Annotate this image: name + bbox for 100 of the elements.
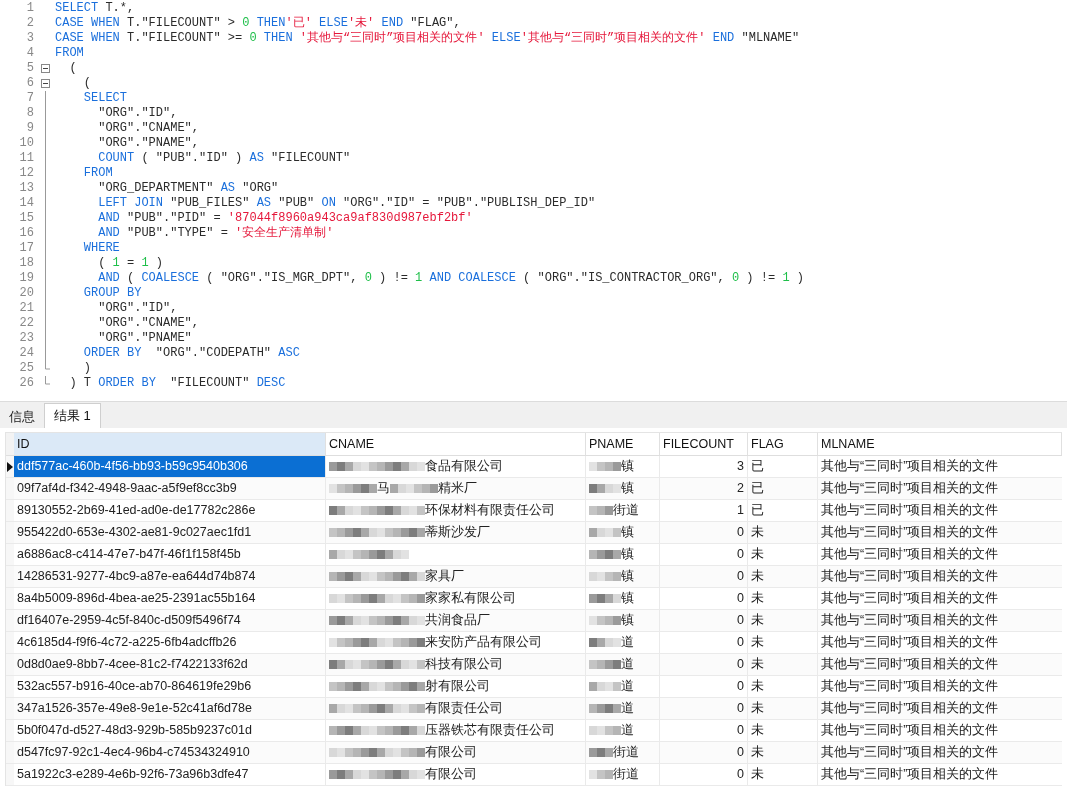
company-name-fragment: 家具厂	[425, 568, 464, 586]
code-line: "ORG"."CNAME",	[97, 121, 200, 136]
table-cell: 532ac557-b916-40ce-ab70-864619fe29b6	[14, 676, 326, 697]
row-header[interactable]	[6, 456, 14, 477]
table-cell-text: 其他与“三同时”项目相关的文件	[820, 700, 1000, 718]
company-name-fragment: 来安防产品有限公司	[425, 634, 542, 652]
collapse-icon[interactable]	[41, 79, 50, 88]
result-row[interactable]: 4c6185d4-f9f6-4c72-a225-6fb4adcffb26 来安防产品有限公司 道 0 未 其他与“三同时”项目相关的文件	[6, 632, 1062, 654]
pixelated-mask	[589, 481, 621, 496]
table-cell-text: 其他与“三同时”项目相关的文件	[820, 480, 1000, 498]
corner-header	[6, 433, 14, 455]
line-number: 20	[18, 286, 35, 301]
table-cell: 1	[660, 500, 748, 521]
code-line: SELECT	[82, 91, 127, 106]
result-tab[interactable]: 结果 1	[44, 403, 101, 428]
table-cell: 0	[660, 742, 748, 763]
code-line: SELECT T.*,	[55, 1, 135, 16]
district-name-fragment: 街道	[613, 744, 639, 762]
pixelated-mask	[589, 767, 613, 782]
company-name-fragment: 食品有限公司	[425, 458, 503, 476]
result-row[interactable]: ddf577ac-460b-4f56-bb93-b59c9540b306 食品有限公司 镇 3 已 其他与“三同时”项目相关的文件	[6, 456, 1062, 478]
result-tab[interactable]: 信息	[2, 406, 42, 428]
result-row[interactable]: df16407e-2959-4c5f-840c-d509f5496f74 共润食品厂 镇 0 未 其他与“三同时”项目相关的文件	[6, 610, 1062, 632]
code-line: CASE WHEN T."FILECOUNT" > 0 THEN'已' ELSE'未' END "FLAG",	[55, 16, 461, 31]
result-row[interactable]: 0d8d0ae9-8bb7-4cee-81c2-f7422133f62d 科技有限公司 道 0 未 其他与“三同时”项目相关的文件	[6, 654, 1062, 676]
result-row[interactable]: 532ac557-b916-40ce-ab70-864619fe29b6 射有限公司 道 0 未 其他与“三同时”项目相关的文件	[6, 676, 1062, 698]
pixelated-mask	[589, 525, 621, 540]
result-row[interactable]: 5b0f047d-d527-48d3-929b-585b9237c01d 压器铁芯有限责任公司 道 0 未 其他与“三同时”项目相关的文件	[6, 720, 1062, 742]
column-header[interactable]: CNAME	[326, 433, 586, 455]
pixelated-mask	[589, 547, 621, 562]
line-number: 14	[18, 196, 35, 211]
table-cell-text: 其他与“三同时”项目相关的文件	[820, 634, 1000, 652]
district-name-fragment: 镇	[621, 546, 634, 564]
company-name-fragment: 环保材料有限责任公司	[425, 502, 555, 520]
table-cell: 未	[748, 654, 818, 675]
table-cell: d547fc97-92c1-4ec4-96b4-c74534324910	[14, 742, 326, 763]
table-cell: 0	[660, 720, 748, 741]
company-name-fragment: 家家私有限公司	[425, 590, 516, 608]
result-row[interactable]: 8a4b5009-896d-4bea-ae25-2391ac55b164 家家私有限公司 镇 0 未 其他与“三同时”项目相关的文件	[6, 588, 1062, 610]
result-row[interactable]: a6886ac8-c414-47e7-b47f-46f1f158f45b 镇 0 未 其他与“三同时”项目相关的文件	[6, 544, 1062, 566]
line-number: 9	[25, 121, 35, 136]
line-number: 8	[25, 106, 35, 121]
code-line: "ORG"."CNAME",	[97, 316, 200, 331]
table-cell-text: 其他与“三同时”项目相关的文件	[820, 656, 1000, 674]
company-name-fragment: 有限责任公司	[425, 700, 503, 718]
district-name-fragment: 镇	[621, 480, 634, 498]
table-cell: 0	[660, 610, 748, 631]
result-row[interactable]: 09f7af4d-f342-4948-9aac-a5f9ef8cc3b9 马 精米厂 镇 2 已 其他与“三同时”项目相关的文件	[6, 478, 1062, 500]
line-number: 15	[18, 211, 35, 226]
table-cell: 2	[660, 478, 748, 499]
company-name-fragment: 共润食品厂	[425, 612, 490, 630]
district-name-fragment: 镇	[621, 590, 634, 608]
code-line: )	[82, 361, 91, 376]
line-number: 6	[25, 76, 35, 91]
pixelated-mask	[589, 613, 621, 628]
collapse-icon[interactable]	[41, 64, 50, 73]
line-number: 5	[25, 61, 35, 76]
table-cell: a6886ac8-c414-47e7-b47f-46f1f158f45b	[14, 544, 326, 565]
table-cell: 未	[748, 544, 818, 565]
district-name-fragment: 道	[621, 634, 634, 652]
line-number: 12	[18, 166, 35, 181]
table-cell: 未	[748, 566, 818, 587]
company-name-fragment: 马	[377, 480, 390, 498]
company-name-fragment: 压器铁芯有限责任公司	[425, 722, 555, 740]
table-cell: 5a1922c3-e289-4e6b-92f6-73a96b3dfe47	[14, 764, 326, 785]
district-name-fragment: 街道	[613, 766, 639, 784]
table-cell: 0	[660, 676, 748, 697]
line-number: 26	[18, 376, 35, 391]
line-number: 17	[18, 241, 35, 256]
table-cell: 89130552-2b69-41ed-ad0e-de17782c286e	[14, 500, 326, 521]
result-row[interactable]: 5a1922c3-e289-4e6b-92f6-73a96b3dfe47 有限公司 街道 0 未 其他与“三同时”项目相关的文件	[6, 764, 1062, 786]
table-cell: 4c6185d4-f9f6-4c72-a225-6fb4adcffb26	[14, 632, 326, 653]
district-name-fragment: 街道	[613, 502, 639, 520]
result-row[interactable]: 347a1526-357e-49e8-9e1e-52c41af6d78e 有限责任公司 道 0 未 其他与“三同时”项目相关的文件	[6, 698, 1062, 720]
column-header[interactable]: ID	[14, 433, 326, 455]
result-row[interactable]: d547fc97-92c1-4ec4-96b4-c74534324910 有限公司 街道 0 未 其他与“三同时”项目相关的文件	[6, 742, 1062, 764]
table-cell-text: 其他与“三同时”项目相关的文件	[820, 590, 1000, 608]
table-cell: 未	[748, 676, 818, 697]
table-cell: 未	[748, 742, 818, 763]
line-number: 22	[18, 316, 35, 331]
district-name-fragment: 镇	[621, 612, 634, 630]
table-cell: 347a1526-357e-49e8-9e1e-52c41af6d78e	[14, 698, 326, 719]
result-row[interactable]: 89130552-2b69-41ed-ad0e-de17782c286e 环保材料有限责任公司 街道 1 已 其他与“三同时”项目相关的文件	[6, 500, 1062, 522]
pixelated-mask	[589, 679, 621, 694]
company-name-fragment: 射有限公司	[425, 678, 490, 696]
code-line: "ORG"."PNAME"	[97, 331, 192, 346]
result-row[interactable]: 955422d0-653e-4302-ae81-9c027aec1fd1 蒂斯沙发厂 镇 0 未 其他与“三同时”项目相关的文件	[6, 522, 1062, 544]
table-cell: 未	[748, 632, 818, 653]
line-number: 7	[25, 91, 35, 106]
table-cell: 未	[748, 764, 818, 785]
district-name-fragment: 镇	[621, 458, 634, 476]
result-row[interactable]: 14286531-9277-4bc9-a87e-ea644d74b874 家具厂 镇 0 未 其他与“三同时”项目相关的文件	[6, 566, 1062, 588]
line-number: 16	[18, 226, 35, 241]
code-line: ORDER BY "ORG"."CODEPATH" ASC	[82, 346, 300, 361]
line-number: 11	[18, 151, 35, 166]
table-cell-text: 其他与“三同时”项目相关的文件	[820, 502, 1000, 520]
code-line: FROM	[55, 46, 84, 61]
pixelated-mask	[589, 503, 613, 518]
company-name-fragment: 蒂斯沙发厂	[425, 524, 490, 542]
table-cell: 未	[748, 522, 818, 543]
